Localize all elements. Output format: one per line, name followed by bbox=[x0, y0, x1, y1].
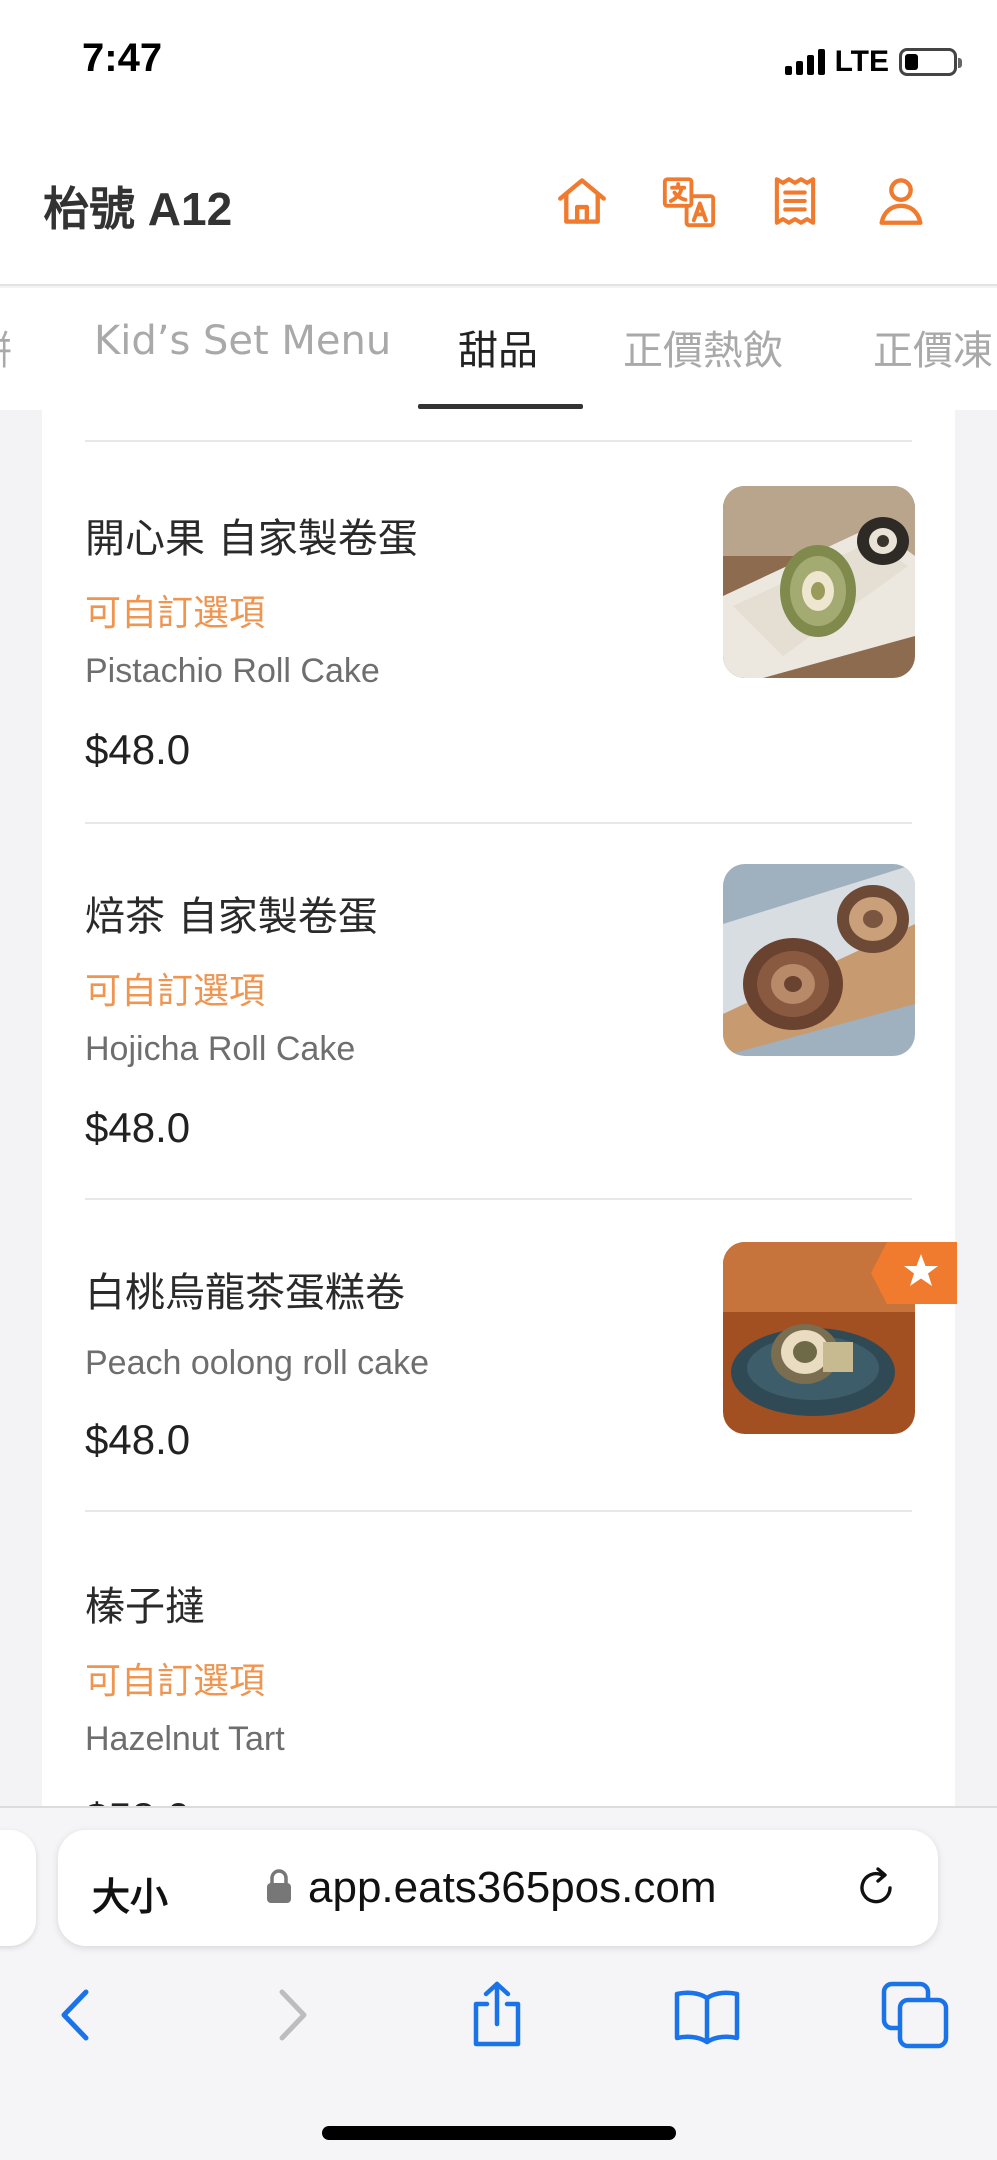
forward-icon[interactable] bbox=[256, 1980, 326, 2050]
network-label: LTE bbox=[834, 45, 889, 78]
active-tab-indicator bbox=[418, 404, 583, 409]
item-english-name: Hojicha Roll Cake bbox=[85, 1030, 356, 1068]
tabs-icon[interactable] bbox=[880, 1980, 950, 2050]
signal-icon bbox=[784, 49, 825, 75]
item-name: 榛子撻 bbox=[85, 1584, 205, 1630]
item-customizable-label: 可自訂選項 bbox=[85, 1661, 266, 1702]
status-bar: 7:47 LTE bbox=[0, 0, 997, 120]
menu-item-list: 開心果 自家製卷蛋 可自訂選項 Pistachio Roll Cake $48.… bbox=[42, 410, 957, 1841]
battery-icon bbox=[899, 48, 962, 76]
reload-icon[interactable] bbox=[854, 1864, 902, 1912]
address-bar[interactable]: 大小 app.eats365pos.com bbox=[58, 1830, 938, 1946]
translate-icon[interactable] bbox=[660, 172, 718, 230]
item-price: $48.0 bbox=[85, 726, 191, 773]
item-english-name: Pistachio Roll Cake bbox=[85, 652, 380, 690]
item-english-name: Peach oolong roll cake bbox=[85, 1344, 430, 1382]
browser-toolbar: 大小 app.eats365pos.com bbox=[0, 1806, 997, 2160]
lock-icon bbox=[266, 1868, 292, 1904]
text-size-button[interactable]: 大小 bbox=[92, 1866, 168, 1921]
category-tabs: 餅 Kid’s Set Menu 甜品 正價熱飲 正價凍 bbox=[0, 288, 997, 410]
pistachio-roll-photo[interactable] bbox=[723, 486, 915, 678]
status-time: 7:47 bbox=[82, 36, 163, 80]
item-english-name: Hazelnut Tart bbox=[85, 1720, 285, 1758]
divider bbox=[85, 1198, 912, 1200]
star-icon bbox=[871, 1242, 957, 1304]
app-header: 枱號 A12 bbox=[0, 120, 997, 286]
item-name: 焙茶 自家製卷蛋 bbox=[85, 894, 378, 940]
url-text: app.eats365pos.com bbox=[308, 1863, 717, 1912]
previous-tab-preview[interactable] bbox=[0, 1830, 36, 1946]
status-indicators: LTE bbox=[784, 42, 962, 82]
item-name: 白桃烏龍茶蛋糕卷 bbox=[85, 1270, 405, 1316]
page-title: 枱號 A12 bbox=[43, 183, 233, 235]
tab-category-partial-left[interactable]: 餅 bbox=[0, 318, 12, 376]
item-price: $48.0 bbox=[85, 1104, 191, 1151]
hojicha-roll-photo[interactable] bbox=[723, 864, 915, 1056]
item-name: 開心果 自家製卷蛋 bbox=[85, 516, 418, 562]
home-icon[interactable] bbox=[553, 172, 611, 230]
bookmarks-icon[interactable] bbox=[672, 1980, 742, 2050]
share-icon[interactable] bbox=[462, 1980, 532, 2050]
user-icon[interactable] bbox=[872, 172, 930, 230]
tab-hot-drinks[interactable]: 正價熱飲 bbox=[623, 318, 783, 376]
tab-desserts[interactable]: 甜品 bbox=[458, 318, 538, 376]
item-customizable-label: 可自訂選項 bbox=[85, 593, 266, 634]
back-icon[interactable] bbox=[42, 1980, 112, 2050]
tab-cold-drinks[interactable]: 正價凍 bbox=[873, 318, 993, 376]
item-price: $48.0 bbox=[85, 1416, 191, 1463]
item-customizable-label: 可自訂選項 bbox=[85, 971, 266, 1012]
divider bbox=[85, 440, 912, 442]
divider bbox=[85, 1510, 912, 1512]
divider bbox=[85, 822, 912, 824]
tab-kids-set-menu[interactable]: Kid’s Set Menu bbox=[94, 318, 391, 364]
home-indicator bbox=[322, 2126, 676, 2140]
receipt-icon[interactable] bbox=[766, 172, 824, 230]
